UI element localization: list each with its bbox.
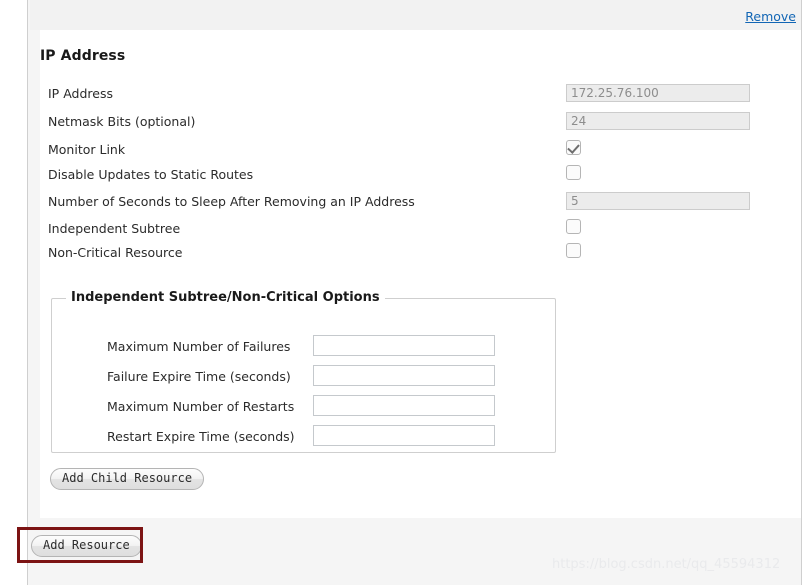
- form-row-label: Non-Critical Resource: [48, 245, 183, 260]
- form-row-field: [566, 192, 750, 210]
- checkbox-unchecked[interactable]: [566, 165, 581, 180]
- fieldset-row-label: Failure Expire Time (seconds): [107, 369, 291, 384]
- fieldset-text-input[interactable]: [313, 425, 495, 446]
- form-row: Monitor Link: [40, 140, 770, 162]
- form-row-field: [566, 243, 581, 261]
- resource-header-band: Remove: [30, 0, 801, 30]
- right-page-rail: [801, 0, 806, 585]
- form-row-field: [566, 165, 581, 183]
- add-child-resource-button[interactable]: Add Child Resource: [50, 468, 205, 490]
- fieldset-row: Restart Expire Time (seconds): [52, 425, 557, 449]
- fieldset-legend: Independent Subtree/Non-Critical Options: [66, 290, 385, 305]
- checkbox-unchecked[interactable]: [566, 219, 581, 234]
- form-row-label: Disable Updates to Static Routes: [48, 167, 254, 182]
- form-row: Non-Critical Resource: [40, 243, 770, 265]
- form-row: IP Address: [40, 84, 770, 106]
- checkbox-unchecked[interactable]: [566, 243, 581, 258]
- form-row: Disable Updates to Static Routes: [40, 165, 770, 187]
- page-frame: Remove IP Address IP Address Netmask Bits…: [0, 0, 806, 585]
- remove-resource-link[interactable]: Remove: [745, 9, 796, 24]
- fieldset-row-label: Maximum Number of Restarts: [107, 399, 295, 414]
- form-row: Number of Seconds to Sleep After Removin…: [40, 192, 770, 214]
- form-row-label: IP Address: [48, 86, 113, 101]
- form-row-field: [566, 84, 750, 102]
- fieldset-row: Maximum Number of Failures: [52, 335, 557, 359]
- form-row-label: Netmask Bits (optional): [48, 114, 196, 129]
- checkbox-checked[interactable]: [566, 140, 581, 155]
- fieldset-text-input[interactable]: [313, 335, 495, 356]
- fieldset-row-label: Maximum Number of Failures: [107, 339, 291, 354]
- form-row-field: [566, 219, 581, 237]
- form-row-field: [566, 112, 750, 130]
- page-title: IP Address: [40, 48, 126, 64]
- fieldset-text-input[interactable]: [313, 365, 495, 386]
- watermark-text: https://blog.csdn.net/qq_45594312: [552, 557, 781, 572]
- form-row: Netmask Bits (optional): [40, 112, 770, 134]
- text-input[interactable]: [566, 192, 750, 210]
- text-input[interactable]: [566, 84, 750, 102]
- add-resource-button[interactable]: Add Resource: [31, 535, 142, 557]
- resource-panel: IP Address IP Address Netmask Bits (optio…: [40, 30, 801, 518]
- fieldset-text-input[interactable]: [313, 395, 495, 416]
- form-row: Independent Subtree: [40, 219, 770, 241]
- text-input[interactable]: [566, 112, 750, 130]
- fieldset-row: Maximum Number of Restarts: [52, 395, 557, 419]
- fieldset-row-label: Restart Expire Time (seconds): [107, 429, 295, 444]
- form-row-label: Independent Subtree: [48, 221, 181, 236]
- independent-subtree-options-fieldset: Independent Subtree/Non-Critical Options…: [51, 290, 557, 453]
- form-row-field: [566, 140, 581, 158]
- form-row-label: Monitor Link: [48, 142, 126, 157]
- form-row-label: Number of Seconds to Sleep After Removin…: [48, 194, 415, 209]
- fieldset-row: Failure Expire Time (seconds): [52, 365, 557, 389]
- left-page-rail: [0, 0, 28, 585]
